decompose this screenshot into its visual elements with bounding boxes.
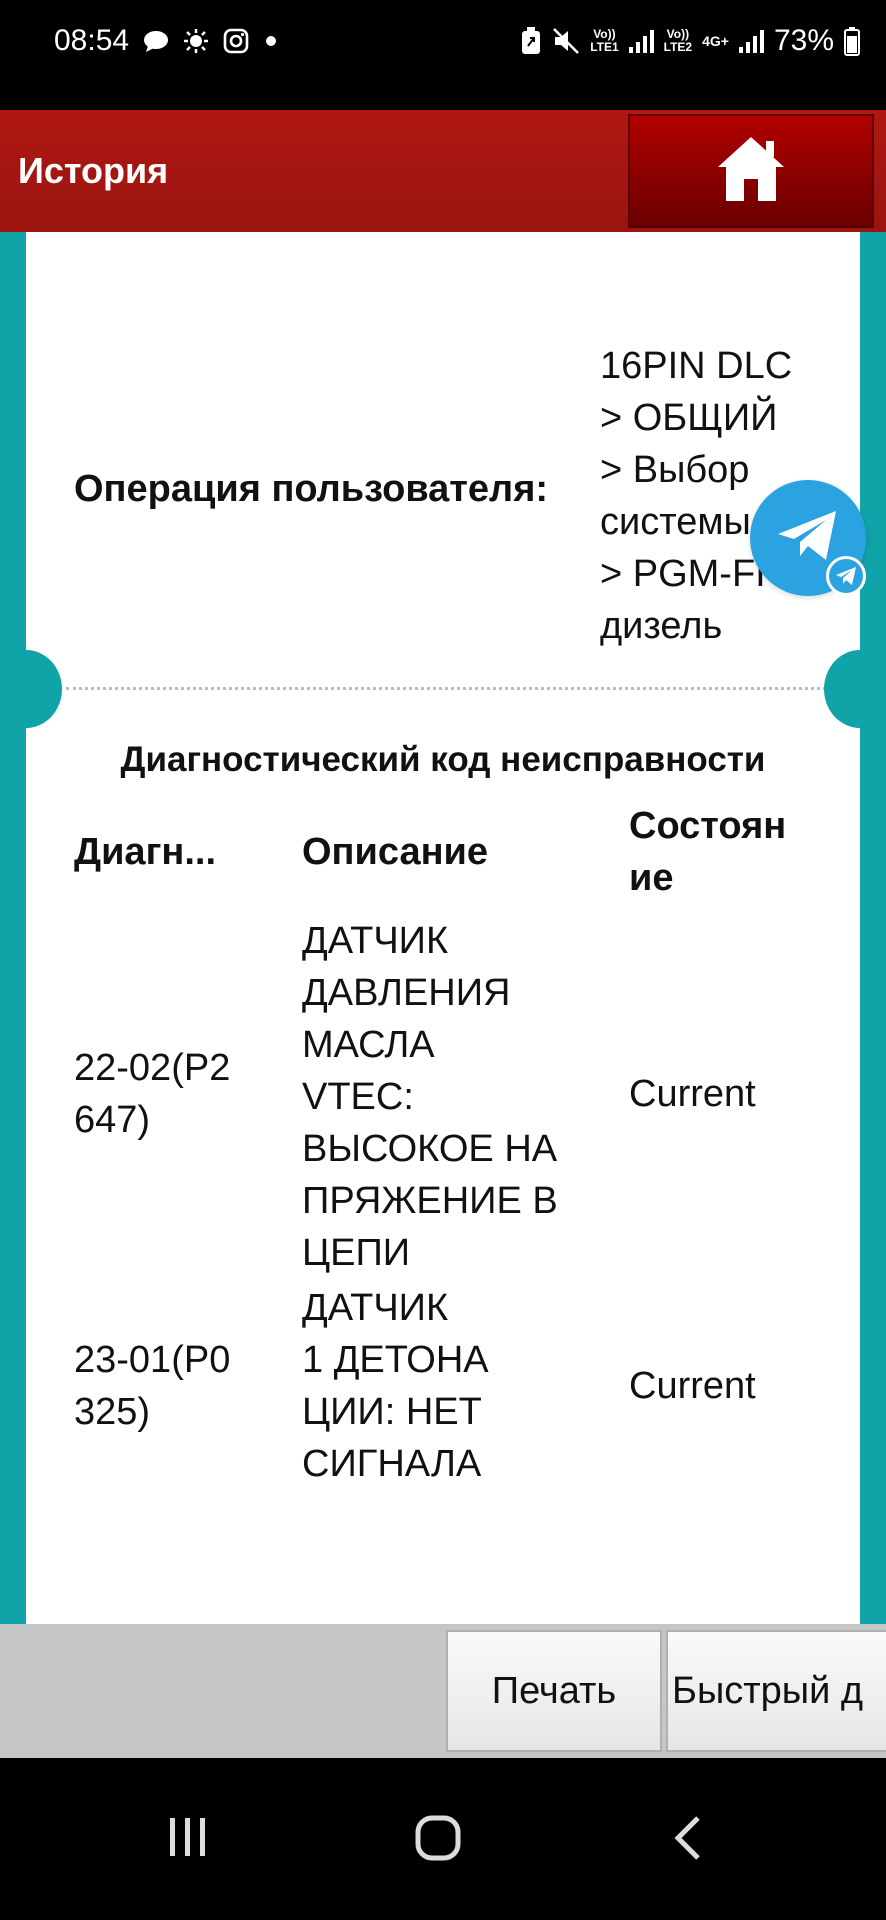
system-nav-bar [0,1758,886,1920]
home-button[interactable] [628,114,874,228]
brightness-icon [183,28,209,54]
operation-label: Операция пользователя: [74,468,549,510]
history-card[interactable]: Операция пользователя: 16PIN DLC > ОБЩИЙ… [26,232,860,1624]
page-title: История [18,150,169,191]
bottom-toolbar: Печать Быстрый д [0,1624,886,1758]
back-icon[interactable] [670,1814,704,1867]
table-row-2-status: Current [629,1365,756,1407]
column-header-description: Описание [302,831,489,873]
app-header: История [0,110,886,232]
telegram-badge-icon [826,556,866,596]
network-type: 4G+ [702,32,729,49]
recent-apps-icon[interactable] [166,1816,210,1863]
table-row-1-code: 22-02(P2 647) [74,1047,231,1141]
signal-icon [628,29,654,53]
status-bar-right: Vo)) LTE1 Vo)) LTE2 4G+ 73% [520,24,860,58]
mute-icon [552,27,580,55]
telegram-icon [776,508,840,569]
sim1-label: Vo)) LTE1 [590,27,619,54]
dtc-section-title: Диагностический код неисправности [120,740,766,779]
content-frame: Операция пользователя: 16PIN DLC > ОБЩИЙ… [0,232,886,1624]
battery-icon [844,26,860,56]
instagram-icon [223,28,249,54]
table-row-2-code: 23-01(P0 325) [74,1339,231,1433]
table-row-2-description: ДАТЧИК 1 ДЕТОНА ЦИИ: НЕТ СИГНАЛА [302,1287,489,1485]
print-button-label: Печать [491,1669,617,1712]
battery-percent: 73% [773,24,834,57]
battery-saver-icon [520,26,542,56]
quick-test-button-label: Быстрый д [672,1669,864,1712]
home-icon [714,133,788,210]
chat-icon [143,29,169,53]
table-row-1-status: Current [629,1073,756,1115]
dot-icon [263,33,279,49]
status-bar-left: 08:54 [54,24,279,58]
print-button[interactable]: Печать [446,1630,662,1752]
signal-icon [738,29,764,53]
column-header-status: Состоян ие [629,805,787,899]
column-header-code: Диагн... [74,831,217,873]
divider [66,687,826,690]
home-nav-icon[interactable] [414,1814,462,1867]
status-bar: 08:54 Vo)) LTE1 Vo)) LTE2 4G+ 73% [0,0,886,110]
ticket-notch-right [824,650,886,728]
quick-test-button[interactable]: Быстрый д [666,1630,886,1752]
clock: 08:54 [54,24,130,57]
table-row-1-description: ДАТЧИК ДАВЛЕНИЯ МАСЛА VTEC: ВЫСОКОЕ НА П… [302,920,558,1274]
sim2-label: Vo)) LTE2 [663,27,693,54]
